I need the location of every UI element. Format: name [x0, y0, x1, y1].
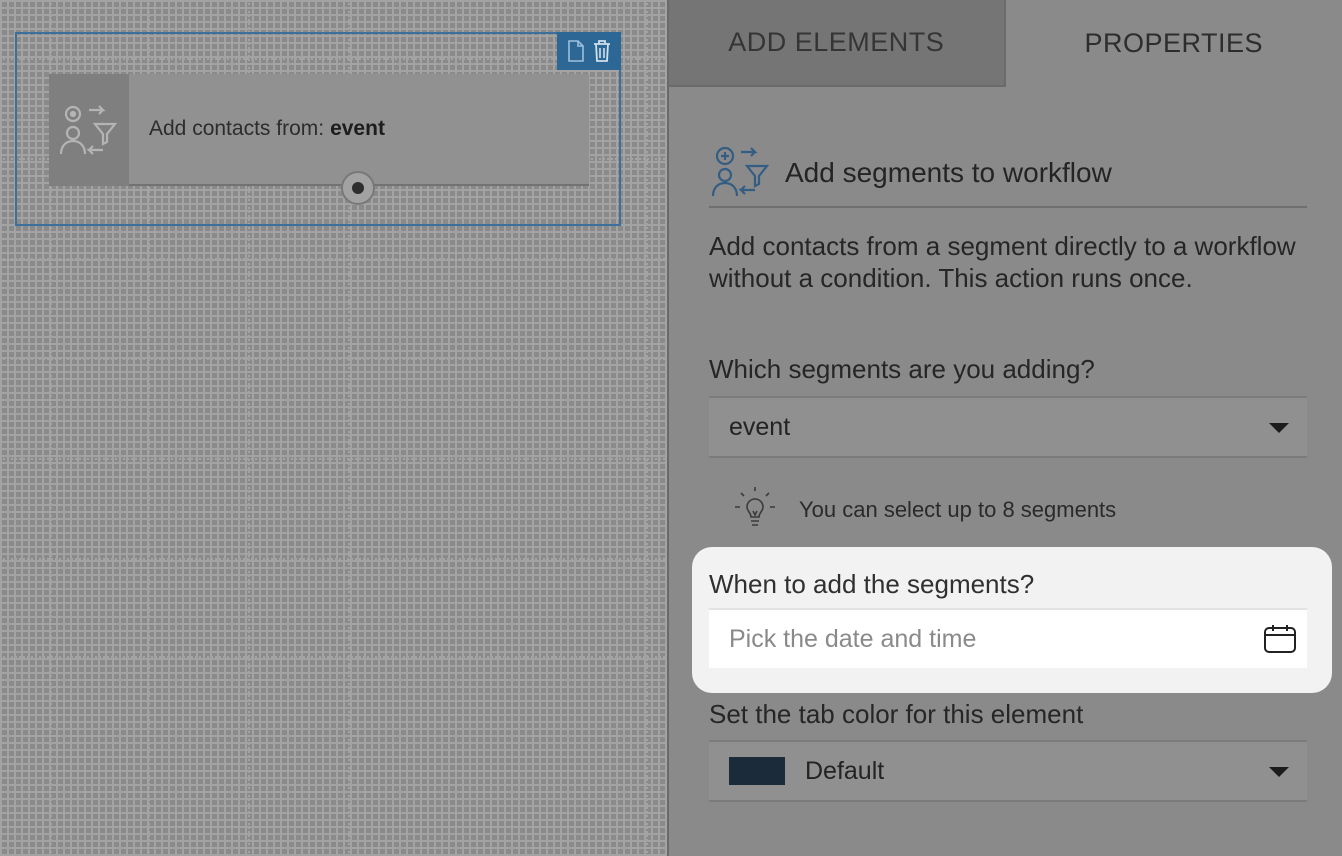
tab-color-field-label: Set the tab color for this element: [709, 699, 1084, 729]
workflow-canvas[interactable]: Add contacts from: event: [0, 0, 668, 856]
side-panel: ADD ELEMENTS PROPERTIES Add segments to …: [669, 0, 1342, 856]
section-description: Add contacts from a segment directly to …: [709, 231, 1296, 293]
node-output-connector[interactable]: [341, 171, 375, 205]
schedule-field-highlight: When to add the segments? Pick the date …: [692, 547, 1332, 693]
tab-color-value: Default: [805, 756, 885, 785]
tab-add-elements[interactable]: ADD ELEMENTS: [669, 0, 1006, 87]
lightbulb-icon: [733, 485, 777, 534]
node-toolbar: [557, 32, 621, 70]
properties-body: Add segments to workflow Add contacts fr…: [709, 140, 1307, 802]
tab-properties[interactable]: PROPERTIES: [1005, 0, 1342, 87]
segments-dropdown-value: event: [729, 412, 791, 441]
node-label: Add contacts from: event: [129, 74, 385, 184]
calendar-icon[interactable]: [1263, 624, 1297, 661]
panel-tabs: ADD ELEMENTS PROPERTIES: [669, 0, 1342, 87]
tip-text: You can select up to 8 segments: [799, 496, 1117, 522]
date-time-input[interactable]: Pick the date and time: [709, 608, 1307, 668]
caret-down-icon: [1269, 423, 1289, 433]
document-icon[interactable]: [565, 40, 587, 62]
node-card[interactable]: Add contacts from: event: [49, 74, 589, 186]
segments-tip: You can select up to 8 segments: [733, 485, 1116, 534]
add-segment-icon: [49, 74, 129, 186]
node-label-prefix: Add contacts from:: [149, 117, 325, 140]
tab-color-dropdown[interactable]: Default: [709, 740, 1307, 802]
date-time-placeholder: Pick the date and time: [729, 624, 977, 653]
workflow-node-selected[interactable]: Add contacts from: event: [15, 32, 621, 226]
segments-field-label: Which segments are you adding?: [709, 354, 1095, 384]
add-segment-icon: [709, 144, 771, 203]
segments-dropdown[interactable]: event: [709, 396, 1307, 458]
node-label-value: event: [330, 117, 385, 140]
color-swatch: [729, 757, 785, 785]
schedule-field-label: When to add the segments?: [709, 569, 1035, 599]
caret-down-icon: [1269, 767, 1289, 777]
section-header: Add segments to workflow: [709, 140, 1307, 208]
trash-icon[interactable]: [591, 40, 613, 62]
section-title: Add segments to workflow: [785, 157, 1112, 188]
